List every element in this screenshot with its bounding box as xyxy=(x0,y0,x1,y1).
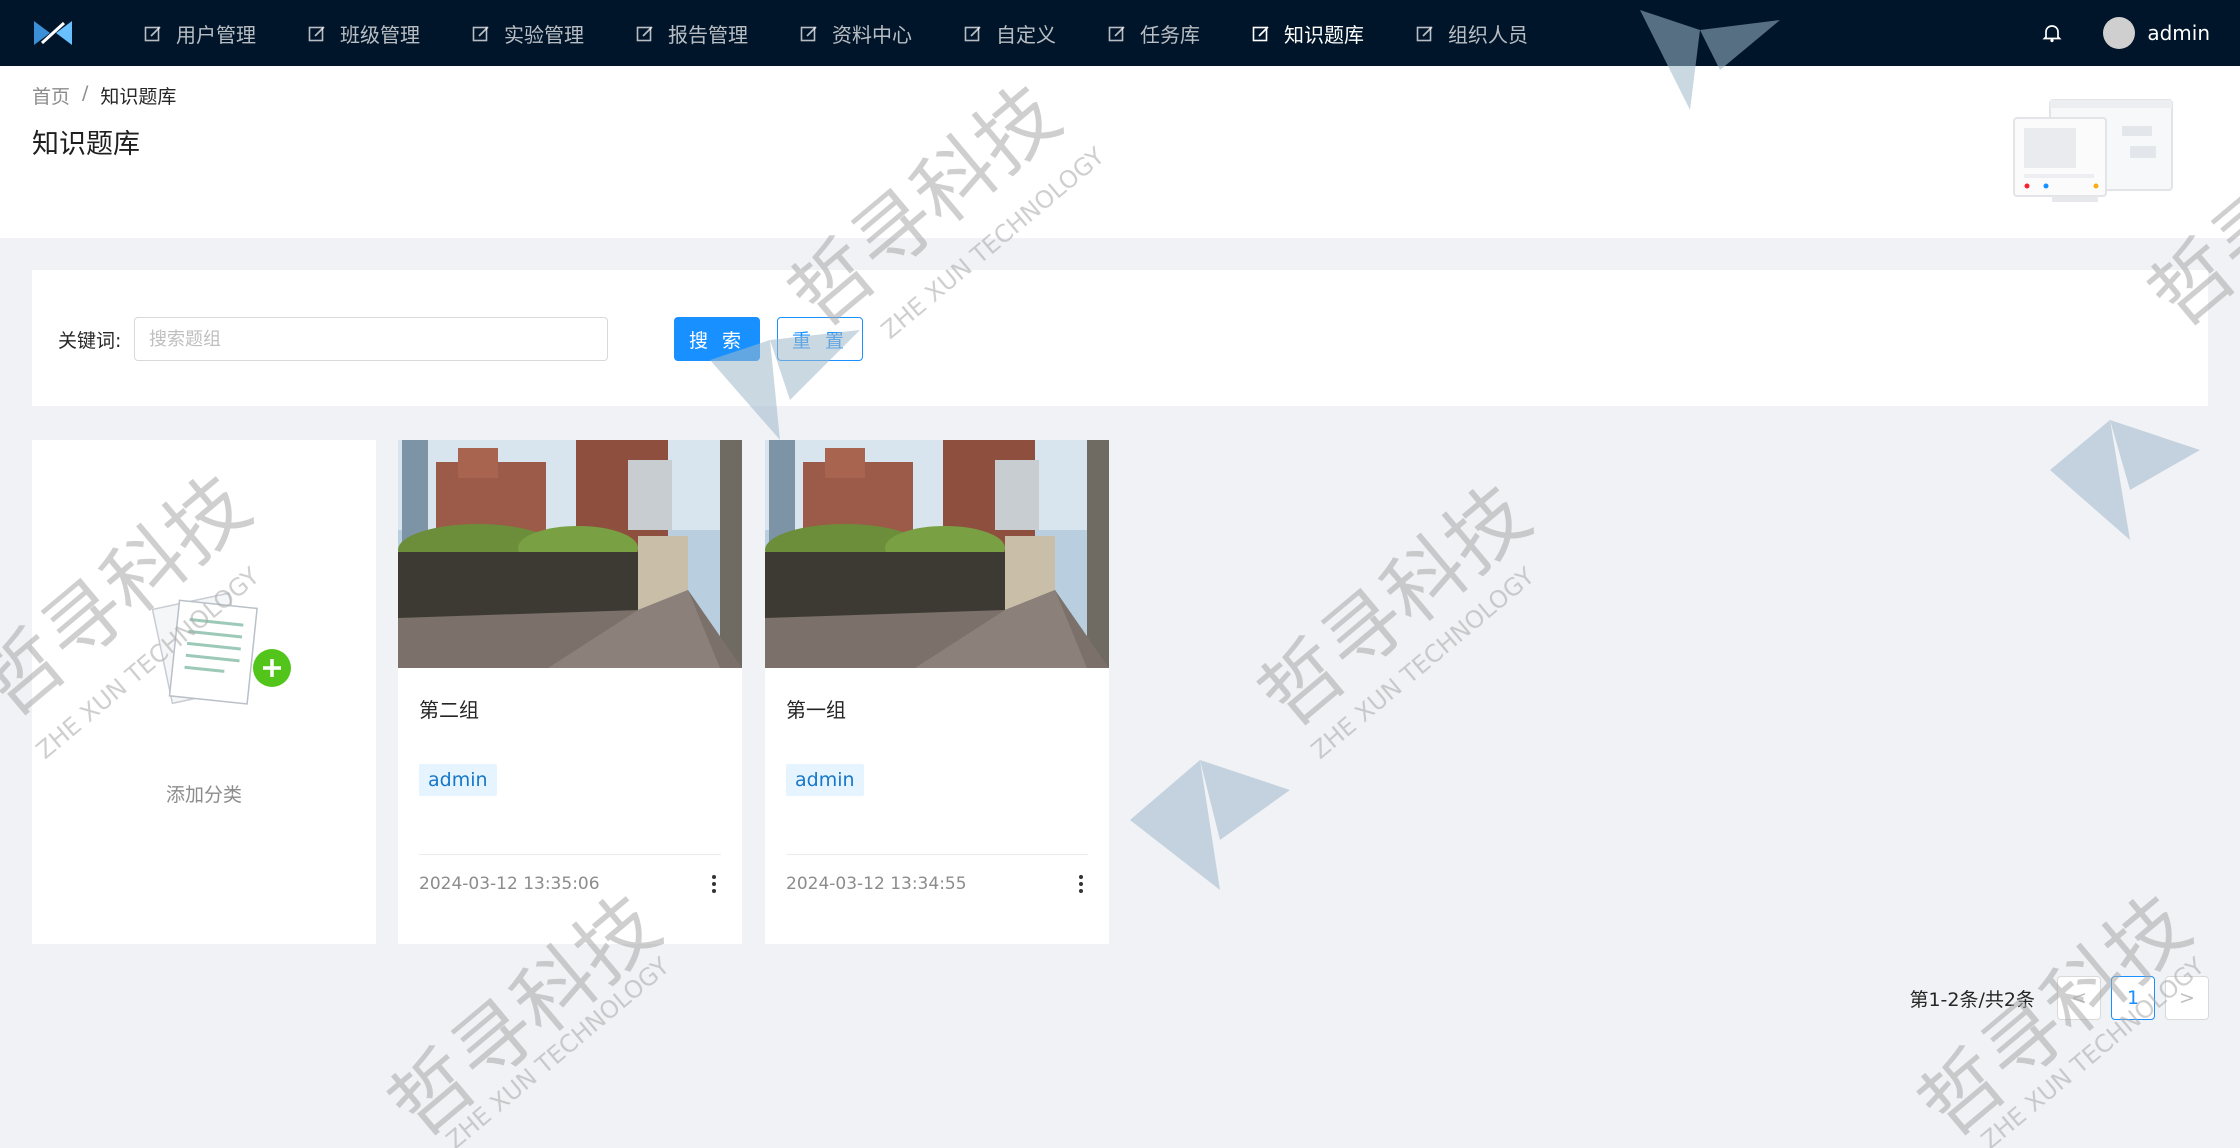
top-nav: 用户管理 班级管理 实验管理 报告管理 资料中心 自定义 任务库 知识题库 组织… xyxy=(0,0,2240,66)
edit-icon xyxy=(1108,24,1126,42)
edit-icon xyxy=(1416,24,1434,42)
reset-button[interactable]: 重 置 xyxy=(777,317,863,361)
breadcrumb-home[interactable]: 首页 xyxy=(32,82,70,109)
author-tag: admin xyxy=(419,764,497,796)
breadcrumb-current: 知识题库 xyxy=(100,86,177,108)
svg-text:哲寻科技: 哲寻科技 xyxy=(1242,468,1547,745)
nav-item-label: 资料中心 xyxy=(832,22,912,47)
more-vertical-icon[interactable] xyxy=(704,872,724,896)
nav-item-label: 任务库 xyxy=(1140,22,1200,47)
question-group-card[interactable]: 第二组 admin 2024-03-12 13:35:06 xyxy=(398,440,742,944)
keyword-label: 关键词: xyxy=(58,330,122,352)
edit-icon xyxy=(636,24,654,42)
search-panel: 关键词: 搜 索 重 置 xyxy=(32,270,2208,406)
divider xyxy=(419,854,721,855)
svg-text:ZHE XUN TECHNOLOGY: ZHE XUN TECHNOLOGY xyxy=(1306,562,1540,765)
edit-icon xyxy=(144,24,162,42)
divider xyxy=(786,854,1088,855)
breadcrumb-separator: / xyxy=(82,82,89,104)
add-category-card[interactable]: 添加分类 xyxy=(32,440,376,944)
pagination-total: 第1-2条/共2条 xyxy=(1909,988,2035,1011)
nav-item-class-management[interactable]: 班级管理 xyxy=(282,0,446,66)
nav-user-area: admin xyxy=(2041,0,2210,66)
edit-icon xyxy=(472,24,490,42)
avatar[interactable] xyxy=(2103,17,2136,49)
card-title: 第二组 xyxy=(419,698,479,722)
search-button[interactable]: 搜 索 xyxy=(674,317,760,361)
nav-item-organization-members[interactable]: 组织人员 xyxy=(1390,0,1554,66)
nav-item-resource-center[interactable]: 资料中心 xyxy=(774,0,938,66)
username[interactable]: admin xyxy=(2147,21,2210,45)
card-timestamp: 2024-03-12 13:35:06 xyxy=(419,874,600,894)
page-header: 首页 / 知识题库 知识题库 xyxy=(0,66,2240,238)
edit-icon xyxy=(308,24,326,42)
card-cover-image xyxy=(765,440,1109,668)
nav-item-custom[interactable]: 自定义 xyxy=(938,0,1082,66)
header-illustration xyxy=(2012,96,2178,206)
prev-page-button[interactable]: < xyxy=(2057,976,2101,1020)
edit-icon xyxy=(1252,24,1270,42)
breadcrumb: 首页 / 知识题库 xyxy=(32,82,176,109)
card-title: 第一组 xyxy=(786,698,846,722)
nav-item-label: 班级管理 xyxy=(340,22,420,47)
author-tag: admin xyxy=(786,764,864,796)
add-category-label: 添加分类 xyxy=(165,784,242,806)
more-vertical-icon[interactable] xyxy=(1071,872,1091,896)
nav-item-label: 知识题库 xyxy=(1284,22,1364,47)
nav-menu: 用户管理 班级管理 实验管理 报告管理 资料中心 自定义 任务库 知识题库 组织… xyxy=(118,0,1554,66)
bell-icon[interactable] xyxy=(2041,22,2063,44)
page-1-button[interactable]: 1 xyxy=(2111,976,2155,1020)
nav-item-label: 组织人员 xyxy=(1448,22,1528,47)
pagination: 第1-2条/共2条 < 1 > xyxy=(1909,976,2209,1020)
svg-text:ZHE XUN TECHNOLOGY: ZHE XUN TECHNOLOGY xyxy=(441,952,675,1148)
nav-item-user-management[interactable]: 用户管理 xyxy=(118,0,282,66)
edit-icon xyxy=(800,24,818,42)
nav-item-knowledge-bank[interactable]: 知识题库 xyxy=(1226,0,1390,66)
add-document-icon xyxy=(142,580,302,730)
nav-item-experiment-management[interactable]: 实验管理 xyxy=(446,0,610,66)
nav-item-report-management[interactable]: 报告管理 xyxy=(610,0,774,66)
nav-item-label: 实验管理 xyxy=(504,22,584,47)
card-cover-image xyxy=(398,440,742,668)
next-page-button[interactable]: > xyxy=(2165,976,2209,1020)
card-timestamp: 2024-03-12 13:34:55 xyxy=(786,874,967,894)
page-title: 知识题库 xyxy=(32,129,140,160)
edit-icon xyxy=(964,24,982,42)
nav-item-task-library[interactable]: 任务库 xyxy=(1082,0,1226,66)
question-group-card[interactable]: 第一组 admin 2024-03-12 13:34:55 xyxy=(765,440,1109,944)
nav-item-label: 用户管理 xyxy=(176,22,256,47)
app-logo[interactable] xyxy=(28,17,78,49)
nav-item-label: 报告管理 xyxy=(668,22,748,47)
nav-item-label: 自定义 xyxy=(996,22,1056,47)
keyword-search-input[interactable] xyxy=(134,317,608,361)
